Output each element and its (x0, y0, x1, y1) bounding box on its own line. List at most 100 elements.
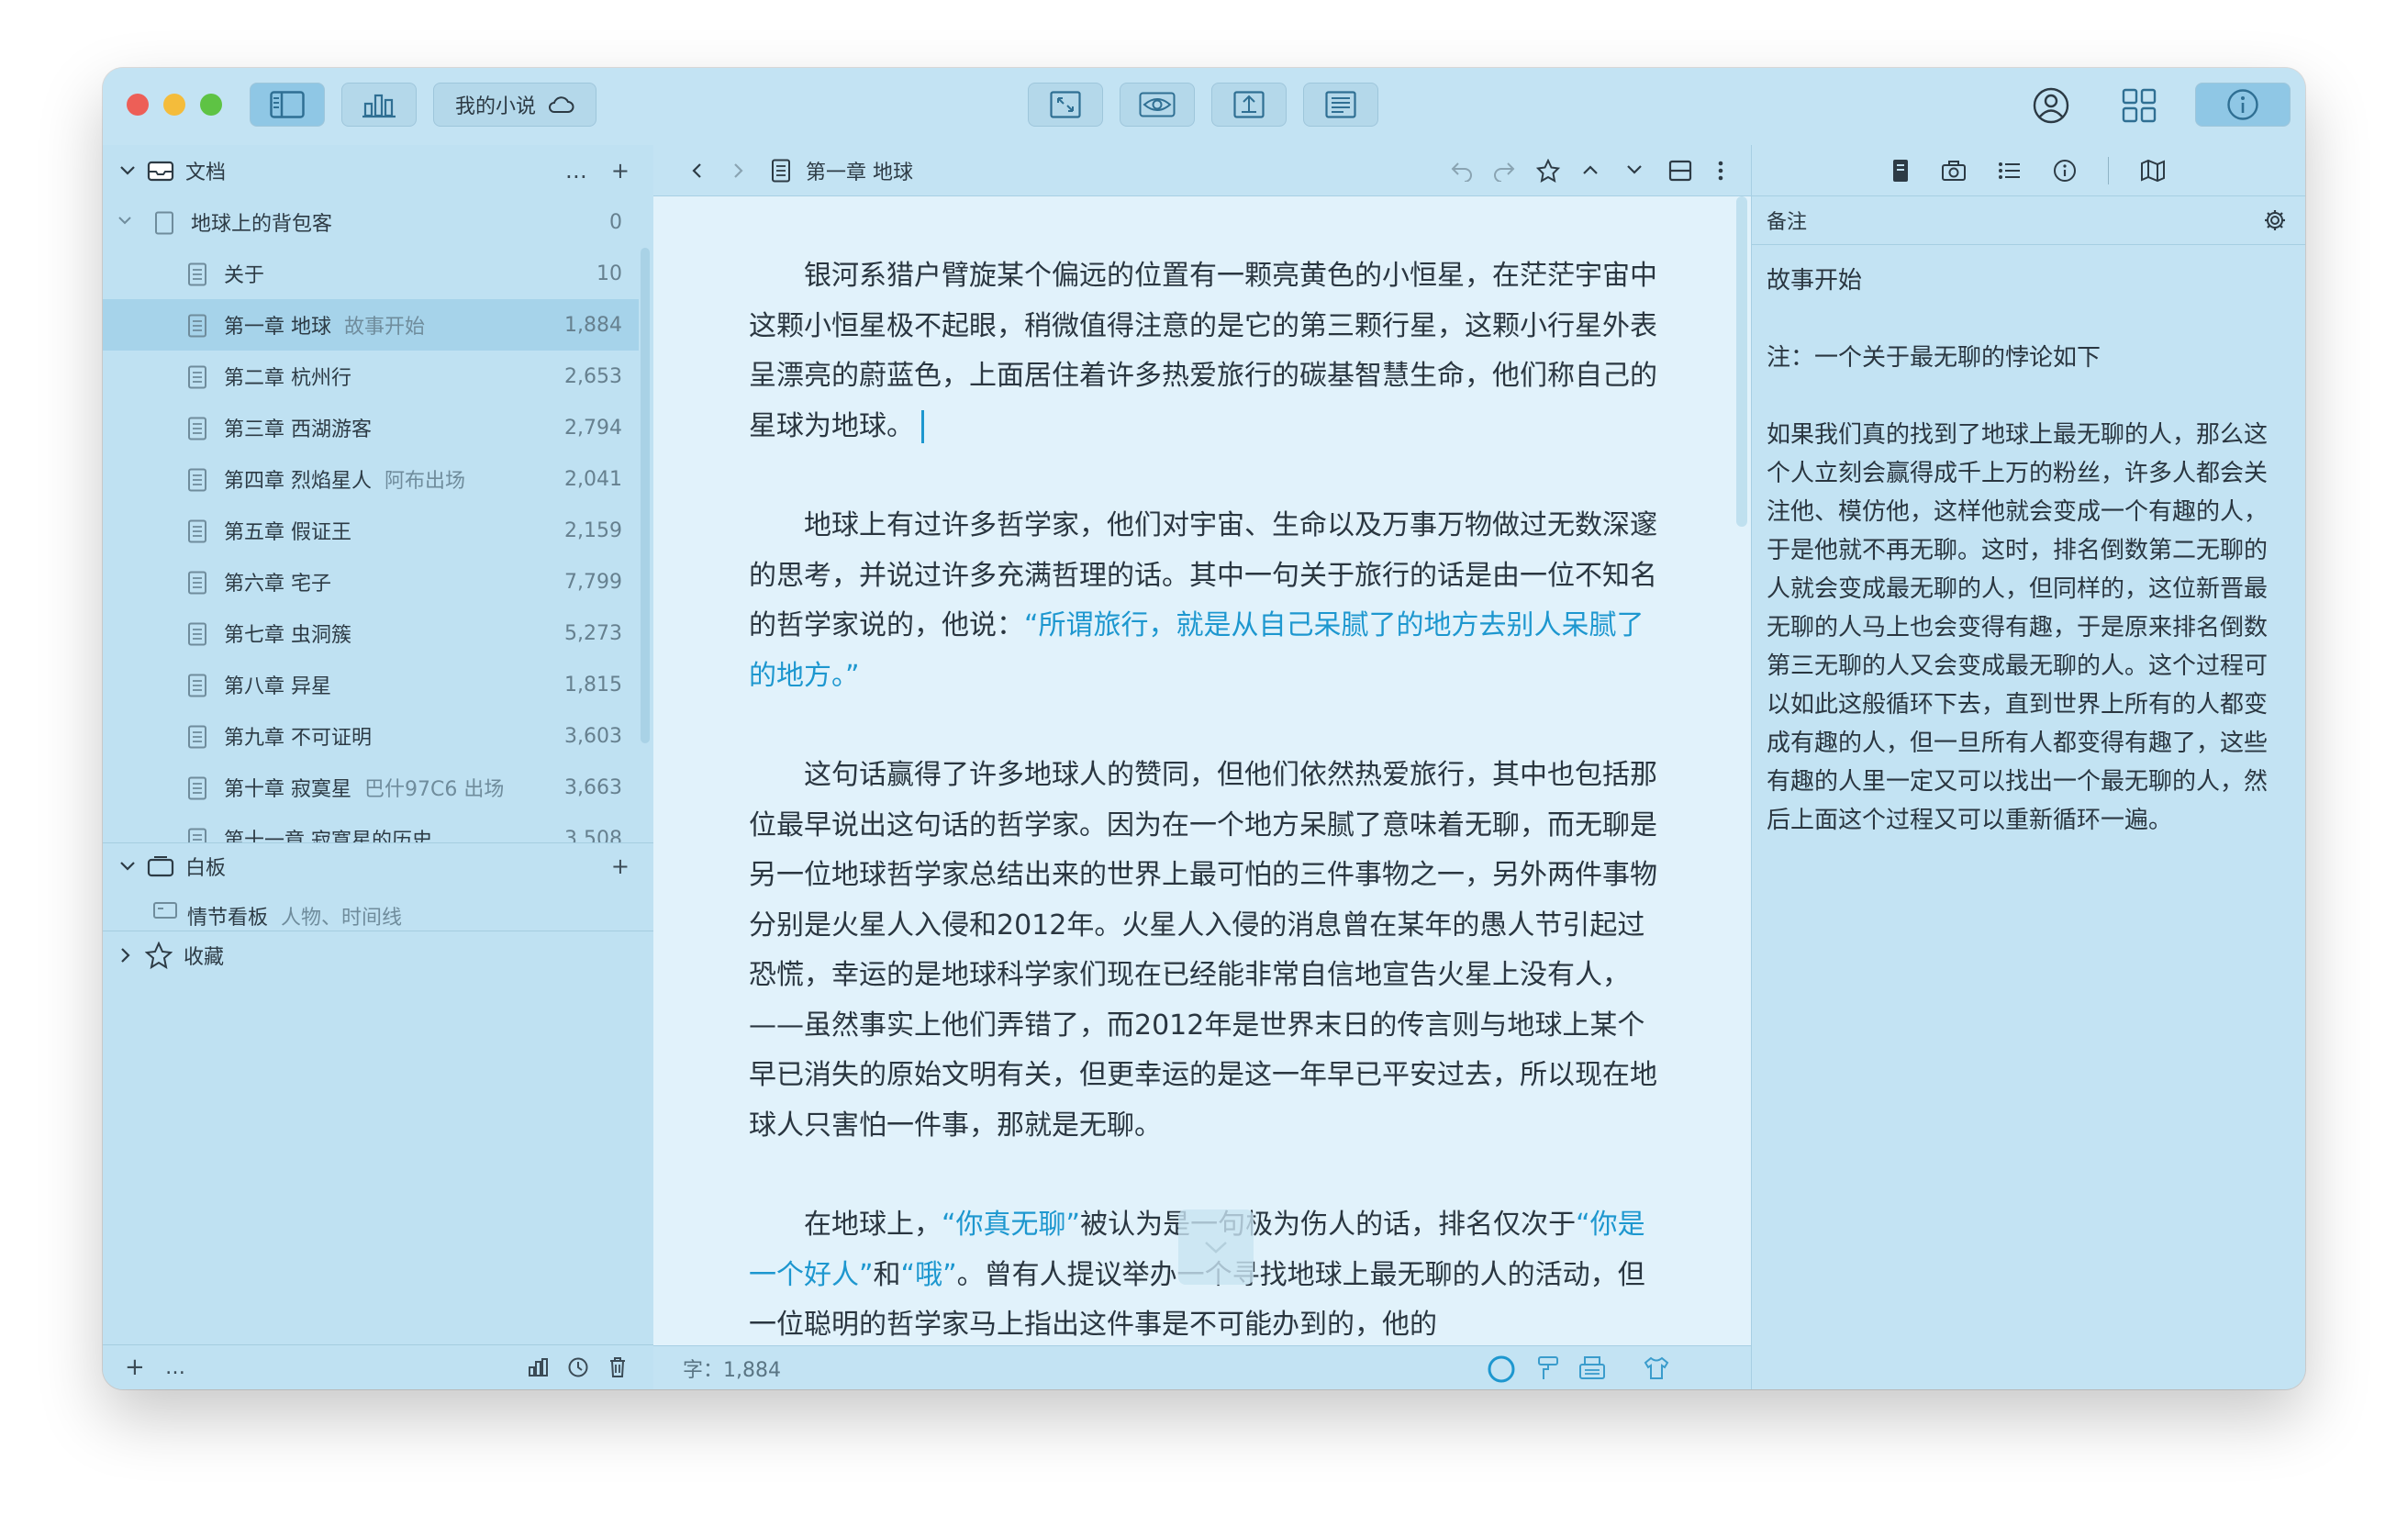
editor-scrollbar[interactable] (1736, 196, 1747, 527)
whiteboard-icon (147, 855, 174, 876)
user-circle-icon (2033, 87, 2069, 124)
document-tree-item[interactable]: 第四章 烈焰星人 阿布出场 2,041 (103, 453, 639, 505)
editor-content[interactable]: 银河系猎户臂旋某个偏远的位置有一颗亮黄色的小恒星，在茫茫宇宙中这颗小恒星极不起眼… (749, 251, 1667, 1345)
document-tree-item[interactable]: 第八章 异星 1,815 (103, 659, 639, 710)
undo-icon[interactable] (1450, 160, 1474, 182)
document-title: 第二章 杭州行 (224, 367, 351, 390)
title-bar: 我的小说 (103, 68, 2305, 146)
document-tree-item[interactable]: 第六章 宅子 7,799 (103, 556, 639, 607)
more-vertical-icon[interactable] (1718, 160, 1723, 182)
inspector-toggle-button[interactable] (2195, 83, 2291, 127)
sidebar-footer: + … (103, 1344, 653, 1389)
notes-textarea[interactable]: 故事开始 注：一个关于最无聊的悖论如下 如果我们真的找到了地球上最无聊的人，那么… (1752, 245, 2305, 840)
document-tree-item[interactable]: 第十一章 寂寞星的历史 3,508 (103, 813, 639, 842)
document-title-button[interactable]: 我的小说 (433, 83, 596, 127)
theme-shirt-icon[interactable] (1643, 1355, 1670, 1381)
app-window: 我的小说 文档 … + 地球上的背包客 0 关于 10 第一章 地球 故事开始 … (103, 68, 2305, 1389)
toggle-sidebar-button[interactable] (250, 83, 325, 127)
document-tree-item[interactable]: 第二章 杭州行 2,653 (103, 351, 639, 402)
document-tree-item[interactable]: 第五章 假证王 2,159 (103, 505, 639, 556)
editor-area[interactable]: 银河系猎户臂旋某个偏远的位置有一颗亮黄色的小恒星，在茫茫宇宙中这颗小恒星极不起眼… (653, 196, 1751, 1345)
document-word-count: 2,653 (564, 364, 622, 388)
typewriter-icon[interactable] (1578, 1355, 1606, 1381)
cloud-icon (549, 96, 574, 113)
document-tree-item[interactable]: 第三章 西湖游客 2,794 (103, 402, 639, 453)
split-view-icon[interactable] (1668, 160, 1692, 182)
document-word-count: 2,159 (564, 518, 622, 542)
notes-tab-icon[interactable] (1891, 159, 1910, 183)
chevron-down-icon[interactable] (1626, 163, 1643, 176)
chevron-up-icon[interactable] (1582, 163, 1599, 176)
document-title: 第十章 寂寞星 (224, 778, 351, 801)
sidebar-scrollbar[interactable] (641, 248, 650, 743)
scroll-to-bottom-button[interactable] (1178, 1209, 1254, 1285)
progress-ring-icon[interactable] (1487, 1354, 1516, 1384)
close-window-button[interactable] (127, 94, 149, 116)
document-word-count: 7,799 (564, 570, 622, 594)
info-icon[interactable] (2053, 159, 2077, 183)
account-button[interactable] (2032, 86, 2070, 128)
minimize-window-button[interactable] (163, 94, 185, 116)
chevron-down-icon (120, 861, 135, 871)
document-word-count: 2,794 (564, 416, 622, 440)
add-whiteboard-icon[interactable]: + (611, 853, 630, 879)
editor-header: 第一章 地球 (653, 145, 1751, 196)
add-document-icon[interactable]: + (611, 158, 630, 184)
preview-button[interactable] (1120, 83, 1195, 127)
gear-icon[interactable] (2263, 208, 2287, 232)
inspector-panel: 备注 故事开始 注：一个关于最无聊的悖论如下 如果我们真的找到了地球上最无聊的人… (1751, 196, 2305, 1389)
documents-section-header[interactable]: 文档 … + (103, 145, 653, 196)
star-icon[interactable] (1536, 159, 1560, 183)
document-title: 关于 (224, 264, 265, 287)
document-tree-item[interactable]: 关于 10 (103, 248, 639, 299)
more-options-icon[interactable]: … (565, 158, 587, 184)
document-icon (188, 828, 206, 842)
maximize-window-button[interactable] (200, 94, 222, 116)
outline-button[interactable] (1303, 83, 1378, 127)
board-icon (153, 902, 177, 919)
grid-icon (2122, 88, 2157, 123)
chevron-down-icon (1205, 1242, 1227, 1254)
document-tree-item[interactable]: 第九章 不可证明 3,603 (103, 710, 639, 762)
paragraph-4-text-c: 和 (873, 1258, 901, 1291)
document-tree-item[interactable]: 第一章 地球 故事开始 1,884 (103, 299, 639, 351)
document-icon (188, 417, 206, 440)
document-icon (188, 674, 206, 697)
forward-arrow-icon[interactable] (732, 162, 745, 179)
favorites-section-header[interactable]: 收藏 (103, 931, 653, 978)
sidebar: 文档 … + 地球上的背包客 0 关于 10 第一章 地球 故事开始 1,884 第二章 … (103, 145, 654, 1389)
document-title: 第六章 宅子 (224, 573, 331, 596)
info-icon (2227, 89, 2258, 120)
redo-icon[interactable] (1492, 160, 1516, 182)
trash-icon[interactable] (608, 1355, 628, 1379)
editor-breadcrumb: 第一章 地球 (806, 161, 913, 184)
grid-view-button[interactable] (2122, 88, 2157, 127)
document-title: 第十一章 寂寞星的历史 (224, 830, 432, 842)
status-bar: 字：1,884 (653, 1345, 1751, 1389)
back-arrow-icon[interactable] (690, 162, 703, 179)
add-item-button[interactable]: + (125, 1354, 145, 1381)
document-title: 第三章 西湖游客 (224, 418, 372, 441)
inspector-tabs (1751, 145, 2305, 196)
tab-divider (2108, 156, 2109, 184)
camera-icon[interactable] (1941, 160, 1967, 182)
document-tree-item[interactable]: 第十章 寂寞星 巴什97C6 出场 3,663 (103, 762, 639, 813)
root-document-title: 地球上的背包客 (191, 213, 333, 236)
root-document-row[interactable]: 地球上的背包客 0 (103, 196, 639, 248)
fullscreen-button[interactable] (1028, 83, 1103, 127)
map-icon[interactable] (2140, 159, 2166, 183)
document-tree-item[interactable]: 第七章 虫洞簇 5,273 (103, 607, 639, 659)
whiteboard-section-header[interactable]: 白板 + (103, 842, 653, 888)
stats-icon[interactable] (527, 1356, 549, 1378)
document-word-count: 1,815 (564, 673, 622, 697)
list-icon[interactable] (1998, 161, 2022, 181)
paragraph-3-text: 这句话赢得了许多地球人的赞同，但他们依然热爱旅行，其中也包括那位最早说出这句话的… (749, 759, 1657, 1142)
footer-more-button[interactable]: … (165, 1356, 185, 1379)
whiteboard-item[interactable]: 情节看板 人物、时间线 (103, 888, 639, 931)
statistics-button[interactable] (341, 83, 417, 127)
export-button[interactable] (1211, 83, 1287, 127)
star-icon (145, 941, 173, 969)
history-clock-icon[interactable] (567, 1356, 589, 1378)
paint-brush-icon[interactable] (1536, 1355, 1560, 1381)
document-title: 第七章 虫洞簇 (224, 624, 351, 647)
